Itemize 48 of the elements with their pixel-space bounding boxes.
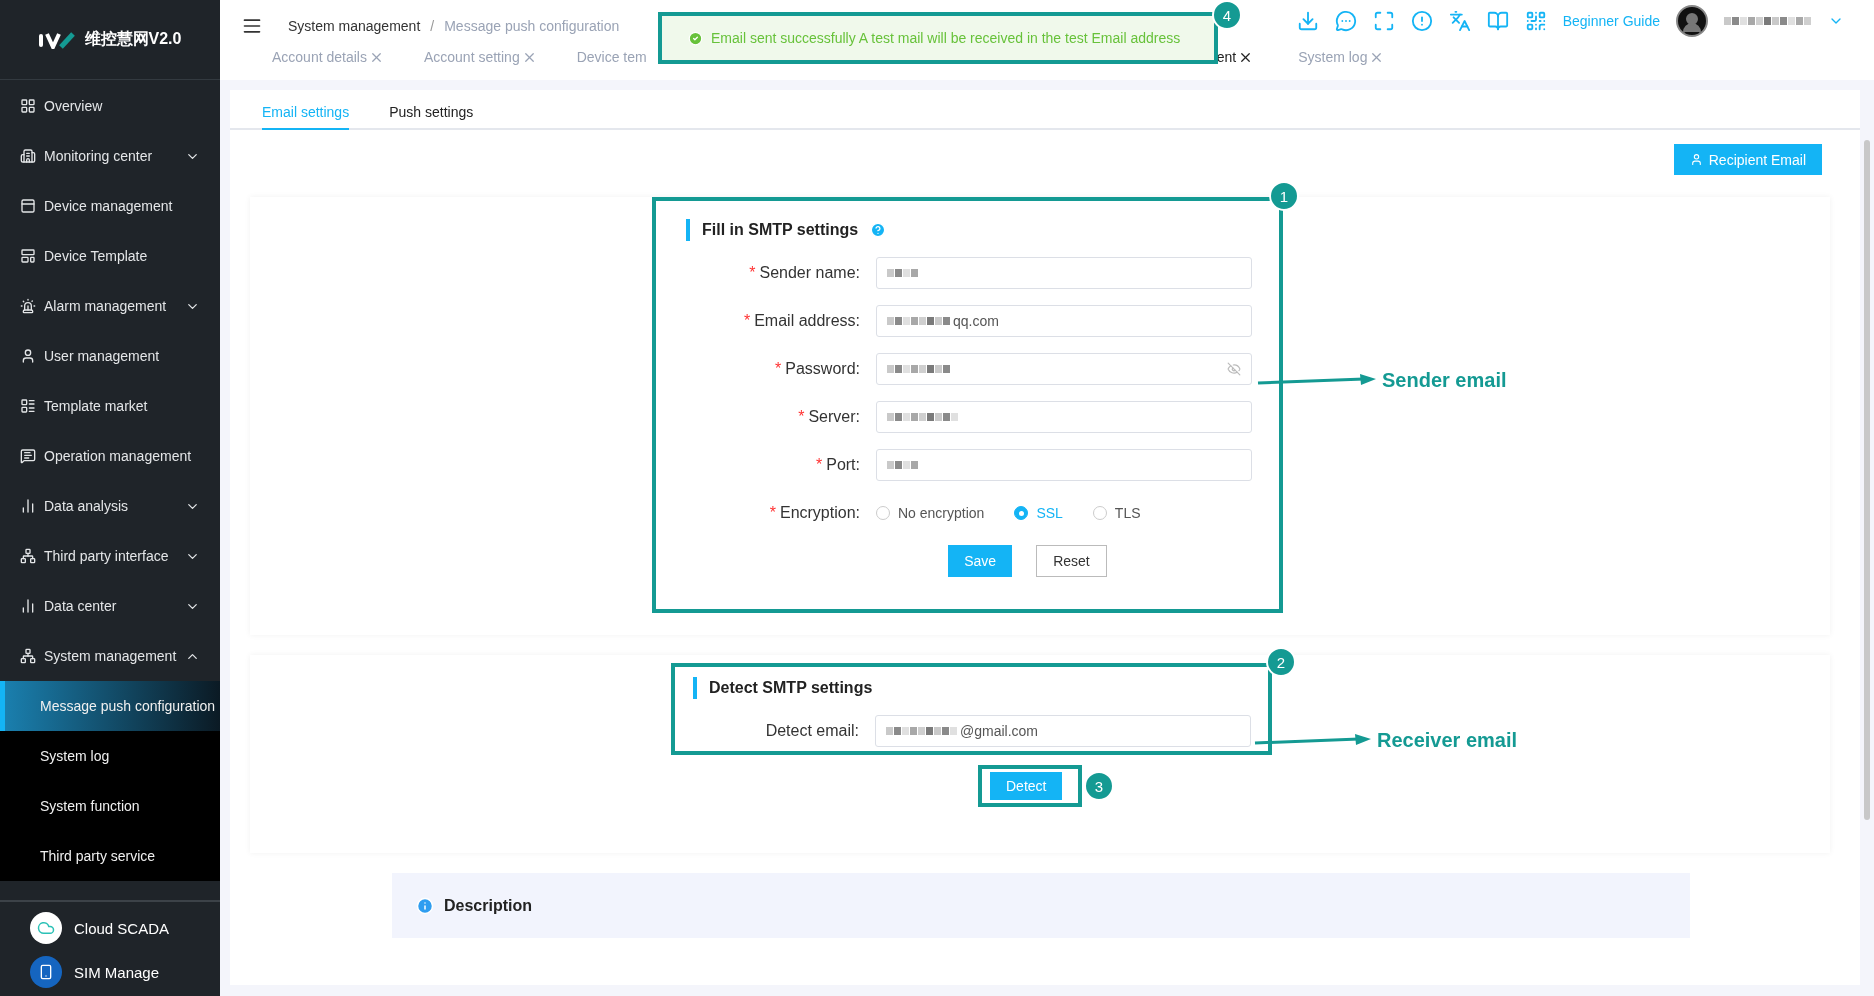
toast-message: Email sent successfully A test mail will be received in the test Email address [711, 30, 1181, 46]
description-title: Description [444, 897, 532, 915]
sidebar-item[interactable]: System management [0, 631, 220, 681]
field-label: * Sender name: [748, 264, 861, 282]
field-label: * Port: [814, 456, 861, 474]
page-tab[interactable]: ent [1216, 49, 1254, 65]
section-title: Fill in SMTP settings [702, 221, 859, 239]
breadcrumb-item[interactable]: System management [288, 18, 421, 34]
input-field[interactable]: @gmail.com [875, 715, 1251, 747]
app-link-label: SIM Manage [74, 963, 160, 981]
sidebar-item[interactable]: Operation management [0, 431, 220, 481]
sidebar-item[interactable]: User management [0, 331, 220, 381]
sidebar-item[interactable]: Monitoring center [0, 131, 220, 181]
field-label: * Password: [774, 360, 861, 378]
sidebar-item[interactable]: Data analysis [0, 481, 220, 531]
step-number: 4 [1212, 0, 1242, 30]
radio-option[interactable]: TLS [1092, 505, 1141, 521]
reset-button[interactable]: Reset [1036, 545, 1107, 577]
sidebar-item[interactable]: Alarm management [0, 281, 220, 331]
field-label: Detect email: [764, 722, 860, 740]
callout-label: Sender email [1382, 369, 1507, 392]
radio-option[interactable]: No encryption [876, 505, 985, 521]
sidebar-app-link[interactable]: SIM Manage [30, 956, 220, 988]
input-field[interactable]: qq.com [876, 305, 1252, 337]
callout-label: Receiver email [1377, 729, 1518, 752]
breadcrumb-item: Message push configuration [444, 18, 620, 34]
section-title: Detect SMTP settings [709, 679, 873, 697]
submenu-item[interactable]: Third party service [0, 831, 220, 881]
submenu-item[interactable]: System function [0, 781, 220, 831]
breadcrumb-separator: / [430, 18, 435, 34]
sidebar-app-link[interactable]: Cloud SCADA [30, 912, 220, 944]
sidebar-item[interactable]: Device management [0, 181, 220, 231]
submenu-item[interactable]: System log [0, 731, 220, 781]
field-label: * Server: [797, 408, 861, 426]
sidebar-item[interactable]: Device Template [0, 231, 220, 281]
brand-name: 维控慧网V2.0 [84, 29, 182, 49]
step-number: 1 [1269, 181, 1299, 211]
sidebar-item[interactable]: Third party interface [0, 531, 220, 581]
content-tab[interactable]: Push settings [389, 104, 474, 130]
sidebar-item[interactable]: Overview [0, 81, 220, 131]
sidebar-item[interactable]: Data center [0, 581, 220, 631]
step-number: 2 [1266, 647, 1296, 677]
app-link-label: Cloud SCADA [74, 919, 170, 937]
field-label: * Encryption: [768, 504, 861, 522]
field-label: * Email address: [742, 312, 861, 330]
step-number: 3 [1084, 771, 1114, 801]
sidebar-item[interactable]: Template market [0, 381, 220, 431]
submenu-item[interactable]: Message push configuration [0, 681, 220, 731]
